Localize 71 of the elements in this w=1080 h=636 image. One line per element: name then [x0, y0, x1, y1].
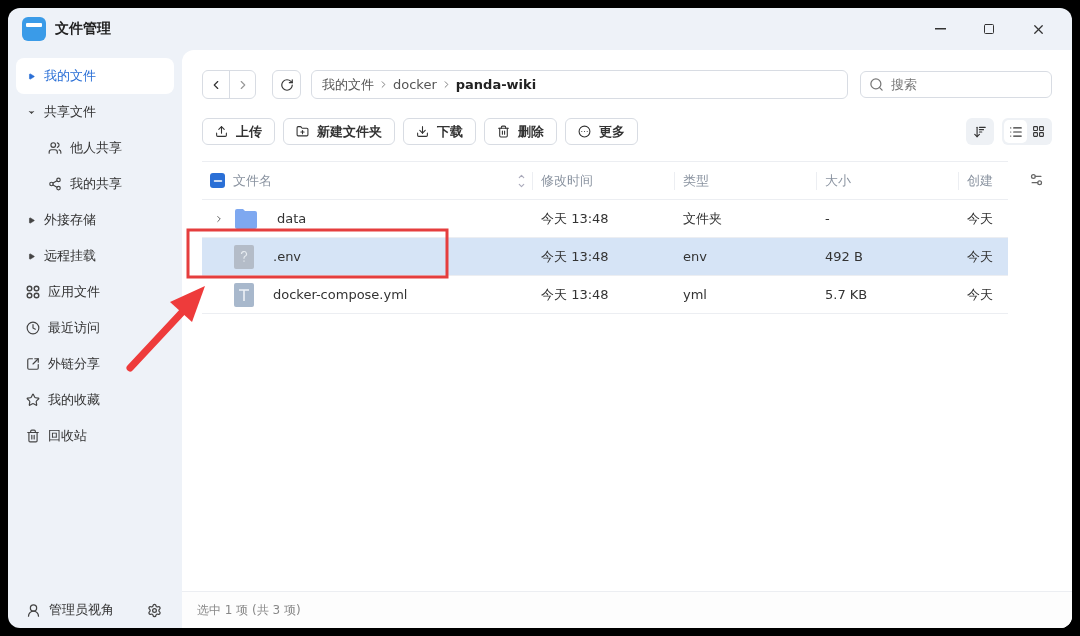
- new-folder-button[interactable]: 新建文件夹: [283, 118, 395, 145]
- sidebar-item[interactable]: 共享文件: [16, 94, 174, 130]
- file-name: docker-compose.yml: [272, 287, 408, 302]
- folder-plus-icon: [296, 125, 309, 138]
- users-icon: [48, 141, 62, 155]
- apps-icon: [26, 285, 40, 299]
- search-icon: [869, 77, 884, 92]
- download-button[interactable]: 下载: [403, 118, 476, 145]
- sidebar-item[interactable]: 我的共享: [16, 166, 174, 202]
- path-bar[interactable]: 我的文件 docker panda-wiki: [311, 70, 848, 99]
- grid-icon: [1032, 125, 1045, 138]
- share-icon: [48, 177, 62, 191]
- refresh-icon: [279, 77, 294, 92]
- sort-icon: [973, 124, 987, 139]
- download-icon: [416, 125, 429, 138]
- list-view-button[interactable]: [1004, 120, 1027, 143]
- breadcrumb-item[interactable]: panda-wiki: [455, 77, 537, 92]
- app-icon: [22, 17, 46, 41]
- created-time: 今天: [966, 247, 994, 266]
- clock-icon: [26, 321, 40, 335]
- sidebar-item[interactable]: 最近访问: [16, 310, 174, 346]
- sidebar-item[interactable]: 他人共享: [16, 130, 174, 166]
- modified-time: 今天 13:48: [540, 209, 610, 228]
- created-time: 今天: [966, 209, 994, 228]
- sidebar-item[interactable]: 回收站: [16, 418, 174, 454]
- list-icon: [1008, 124, 1023, 139]
- breadcrumb-item[interactable]: docker: [393, 77, 437, 92]
- refresh-button[interactable]: [272, 70, 301, 99]
- delete-button[interactable]: 删除: [484, 118, 557, 145]
- modified-time: 今天 13:48: [540, 247, 610, 266]
- trash-icon: [26, 429, 40, 443]
- file-name: data: [276, 211, 307, 226]
- more-button[interactable]: 更多: [565, 118, 638, 145]
- status-text: 选中 1 项 (共 3 项): [182, 591, 1072, 628]
- trash-icon: [497, 125, 510, 138]
- select-all-checkbox[interactable]: [210, 173, 225, 188]
- sidebar-item[interactable]: 外链分享: [16, 346, 174, 382]
- maximize-icon: [983, 23, 995, 35]
- search-field[interactable]: 搜索: [860, 71, 1052, 98]
- star-icon: [26, 393, 40, 407]
- settings-icon[interactable]: [147, 602, 162, 618]
- upload-icon: [215, 125, 228, 138]
- file-type: 文件夹: [682, 209, 723, 228]
- file-type: env: [682, 249, 708, 264]
- file-name: .env: [272, 249, 302, 264]
- file-size: 5.7 KB: [824, 287, 869, 302]
- created-time: 今天: [966, 285, 994, 304]
- more-icon: [578, 125, 591, 138]
- sidebar-item[interactable]: 我的收藏: [16, 382, 174, 418]
- file-row[interactable]: .env 今天 13:48 env 492 B 今天: [202, 238, 1008, 276]
- file-size: 492 B: [824, 249, 864, 264]
- user-icon: [26, 602, 41, 618]
- window-title: 文件管理: [55, 20, 112, 38]
- sidebar-item[interactable]: 我的文件: [16, 58, 174, 94]
- settings-icon: [1028, 172, 1044, 187]
- breadcrumb-item[interactable]: 我的文件: [322, 75, 374, 94]
- file-type: yml: [682, 287, 708, 302]
- file-size: -: [824, 211, 831, 226]
- file-row[interactable]: docker-compose.yml 今天 13:48 yml 5.7 KB 今天: [202, 276, 1008, 314]
- folder-icon: [234, 207, 258, 230]
- sort-button[interactable]: [966, 118, 994, 145]
- upload-button[interactable]: 上传: [202, 118, 275, 145]
- share-link-icon: [26, 357, 40, 371]
- admin-view-label: 管理员视角: [49, 601, 115, 619]
- minimize-icon: [934, 28, 946, 30]
- text-file-icon: [234, 282, 254, 307]
- sidebar-item[interactable]: 远程挂载: [16, 238, 174, 274]
- modified-time: 今天 13:48: [540, 285, 610, 304]
- unknown-file-icon: [234, 244, 254, 269]
- sidebar-item[interactable]: 应用文件: [16, 274, 174, 310]
- sidebar-item[interactable]: 外接存储: [16, 202, 174, 238]
